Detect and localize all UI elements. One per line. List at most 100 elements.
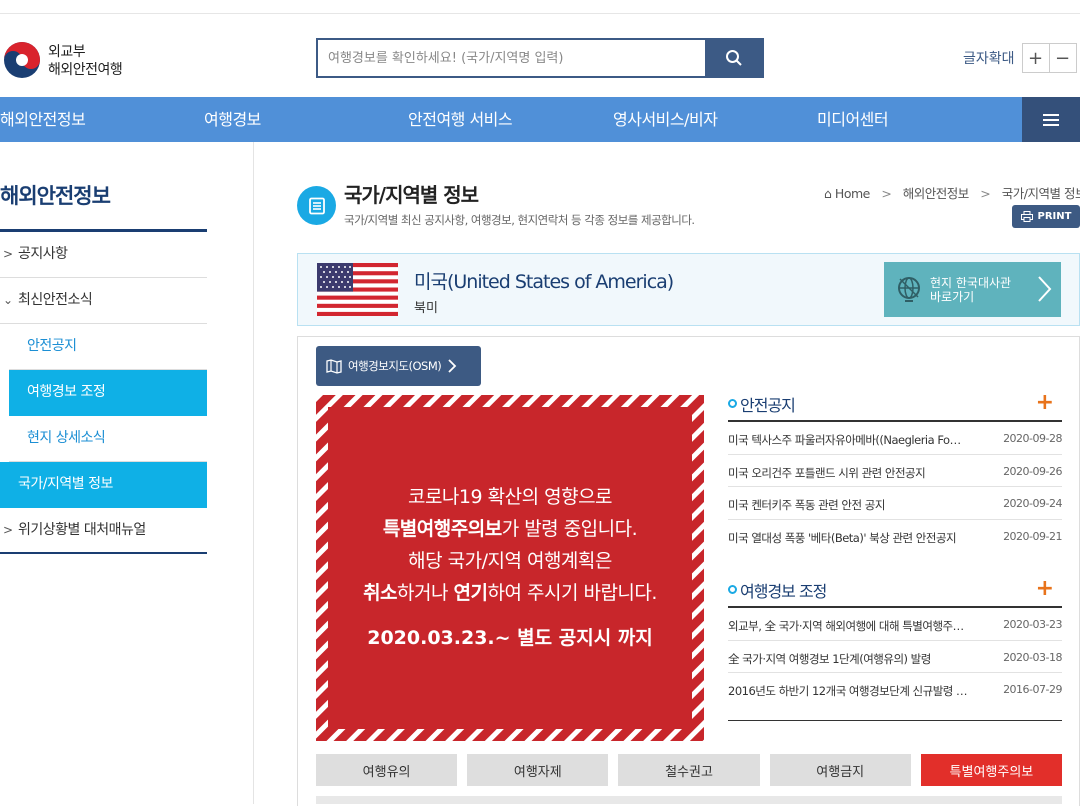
osm-map-button[interactable]: 여행경보지도(OSM): [316, 346, 481, 386]
logo-line1: 외교부: [48, 44, 86, 60]
list-item-date: 2020-03-23: [1003, 618, 1062, 631]
us-flag-image: [317, 263, 398, 316]
sidebar-item-country-info[interactable]: 국가/지역별 정보: [0, 462, 207, 508]
special-advisory-notice: 코로나19 확산의 영향으로 특별여행주의보가 발령 중입니다. 해당 국가/지…: [316, 395, 704, 741]
list-item[interactable]: 미국 열대성 폭풍 '베타(Beta)' 북상 관련 안전공지 2020-09-2…: [728, 520, 1062, 553]
notice-line1: 코로나19 확산의 영향으로: [407, 486, 613, 508]
breadcrumb-home[interactable]: Home: [835, 186, 870, 201]
sidebar-item-crisis-manual[interactable]: > 위기상황별 대처매뉴얼: [0, 508, 207, 554]
list-item[interactable]: 2016년도 하반기 12개국 여행경보단계 신규발령 … 2016-07-29: [728, 673, 1062, 721]
menu-icon: [1043, 113, 1059, 126]
section-header: 여행경보 조정 +: [728, 576, 1062, 608]
sidebar-subitem-safety-notice[interactable]: 안전공지: [9, 324, 207, 370]
list-item-title: 2016년도 하반기 12개국 여행경보단계 신규발령 …: [728, 684, 968, 698]
notice-or: 하거나: [397, 582, 454, 604]
search-button[interactable]: [705, 40, 762, 76]
map-icon: [326, 358, 342, 374]
country-name: 미국(United States of America): [414, 271, 674, 293]
alert-adjust-section: 여행경보 조정 + 외교부, 全 국가·지역 해외여행에 대해 특별여행주… 20…: [728, 576, 1062, 721]
nav-item-travel-alert[interactable]: 여행경보: [204, 97, 261, 142]
sidebar-divider: [253, 142, 254, 804]
sidebar-item-latest-safety[interactable]: ⌄ 최신안전소식: [0, 278, 207, 324]
breadcrumb-separator: >: [881, 186, 892, 201]
country-region: 북미: [414, 301, 438, 316]
list-item-title: 미국 켄터키주 폭동 관련 안전 공지: [728, 498, 885, 512]
osm-button-label: 여행경보지도(OSM): [348, 359, 442, 373]
logo-line2: 해외안전여행: [48, 62, 123, 78]
alert-level-tabs: 여행유의 여행자제 철수권고 여행금지 특별여행주의보: [316, 754, 1063, 786]
bullet-circle-icon: [728, 585, 737, 594]
chevron-right-icon: >: [3, 247, 13, 261]
list-item[interactable]: 全 국가·지역 여행경보 1단계(여행유의) 발령 2020-03-18: [728, 641, 1062, 673]
list-item-title: 미국 열대성 폭풍 '베타(Beta)' 북상 관련 안전공지: [728, 530, 957, 545]
chevron-right-icon: >: [3, 523, 13, 537]
notice-line2-rest: 가 발령 중입니다.: [501, 518, 638, 540]
sidebar: > 공지사항 ⌄ 최신안전소식 안전공지 여행경보 조정 현지 상세소식 국가/…: [0, 232, 207, 554]
main-nav: 해외안전정보 여행경보 안전여행 서비스 영사서비스/비자 미디어센터: [0, 97, 1080, 142]
sidebar-item-notices[interactable]: > 공지사항: [0, 232, 207, 278]
tab-level-ban[interactable]: 여행금지: [769, 754, 911, 786]
font-increase-button[interactable]: +: [1021, 43, 1050, 73]
taegeuk-logo-icon: [4, 42, 40, 78]
search-icon: [725, 50, 742, 66]
tab-level-special-advisory[interactable]: 특별여행주의보: [920, 754, 1063, 786]
embassy-label: 현지 한국대사관 바로가기: [930, 276, 1011, 304]
tab-level-caution[interactable]: 여행유의: [316, 754, 458, 786]
sidebar-subitem-alert-adjust[interactable]: 여행경보 조정: [9, 370, 207, 416]
section-title: 여행경보 조정: [740, 582, 827, 601]
list-item-title: 미국 텍사스주 파울러자유아메바((Naegleria Fo…: [728, 433, 961, 447]
bullet-circle-icon: [728, 399, 737, 408]
embassy-label-line2: 바로가기: [930, 290, 975, 304]
print-button[interactable]: PRINT: [1012, 205, 1080, 228]
sidebar-subitem-local-news[interactable]: 현지 상세소식: [9, 416, 207, 462]
more-plus-button[interactable]: +: [1036, 390, 1054, 415]
notice-date: 2020.03.23.~ 별도 공지시 까지: [367, 627, 653, 649]
search-bar: [316, 38, 764, 78]
notice-message: 코로나19 확산의 영향으로 특별여행주의보가 발령 중입니다. 해당 국가/지…: [316, 481, 704, 609]
sidebar-item-label: 공지사항: [18, 246, 68, 262]
notice-postpone: 연기: [453, 582, 488, 604]
notice-line4-rest: 하여 주시기 바랍니다.: [487, 582, 657, 604]
list-item[interactable]: 미국 텍사스주 파울러자유아메바((Naegleria Fo… 2020-09-2…: [728, 422, 1062, 455]
tab-level-refrain[interactable]: 여행자제: [467, 754, 609, 786]
site-logo[interactable]: 외교부 해외안전여행: [2, 40, 142, 80]
list-item-title: 全 국가·지역 여행경보 1단계(여행유의) 발령: [728, 651, 931, 666]
more-plus-button[interactable]: +: [1036, 576, 1054, 601]
chevron-down-icon: ⌄: [3, 293, 13, 307]
nav-item-safety-info[interactable]: 해외안전정보: [0, 97, 86, 142]
list-item[interactable]: 외교부, 全 국가·지역 해외여행에 대해 특별여행주… 2020-03-23: [728, 608, 1062, 641]
list-item-title: 미국 오리건주 포틀랜드 시위 관련 안전공지: [728, 465, 926, 480]
home-icon: ⌂: [824, 186, 832, 201]
list-item[interactable]: 미국 오리건주 포틀랜드 시위 관련 안전공지 2020-09-26: [728, 455, 1062, 487]
breadcrumb-separator: >: [980, 186, 991, 201]
breadcrumb-level2[interactable]: 국가/지역별 정보: [1002, 186, 1080, 201]
list-item-date: 2020-09-24: [1003, 497, 1062, 510]
chevron-right-icon: [1038, 276, 1052, 302]
notice-line2: 특별여행주의보가 발령 중입니다.: [316, 513, 704, 545]
embassy-link-button[interactable]: 현지 한국대사관 바로가기: [884, 262, 1061, 317]
breadcrumb: ⌂ Home > 해외안전정보 > 국가/지역별 정보: [824, 183, 1080, 202]
sidebar-item-label: 최신안전소식: [18, 292, 93, 308]
hamburger-menu-button[interactable]: [1022, 97, 1080, 142]
safety-notice-section: 안전공지 + 미국 텍사스주 파울러자유아메바((Naegleria Fo… 20…: [728, 390, 1062, 553]
nav-item-media-center[interactable]: 미디어센터: [817, 97, 889, 142]
list-item-title: 외교부, 全 국가·지역 해외여행에 대해 특별여행주…: [728, 619, 964, 633]
country-header: 미국(United States of America) 북미 현지 한국대사관…: [297, 253, 1080, 326]
print-label: PRINT: [1037, 211, 1072, 222]
notice-line3: 해당 국가/지역 여행계획은: [408, 550, 612, 572]
list-item[interactable]: 미국 켄터키주 폭동 관련 안전 공지 2020-09-24: [728, 487, 1062, 520]
notice-line2-bold: 특별여행주의보: [382, 518, 502, 540]
font-decrease-button[interactable]: −: [1048, 43, 1077, 73]
nav-item-safe-travel-service[interactable]: 안전여행 서비스: [408, 97, 513, 142]
breadcrumb-level1[interactable]: 해외안전정보: [903, 186, 970, 201]
tab-level-withdraw[interactable]: 철수권고: [618, 754, 760, 786]
notice-cancel: 취소: [363, 582, 398, 604]
nav-item-consular-visa[interactable]: 영사서비스/비자: [613, 97, 718, 142]
font-size-control: 글자확대 + −: [963, 43, 1077, 73]
chevron-right-icon: [448, 359, 457, 373]
page-title: 국가/지역별 정보: [344, 183, 479, 207]
font-size-label: 글자확대: [963, 51, 1015, 67]
sidebar-title: 해외안전정보: [0, 184, 111, 208]
search-input[interactable]: [318, 40, 705, 76]
level-detail-panel: [316, 796, 1062, 804]
